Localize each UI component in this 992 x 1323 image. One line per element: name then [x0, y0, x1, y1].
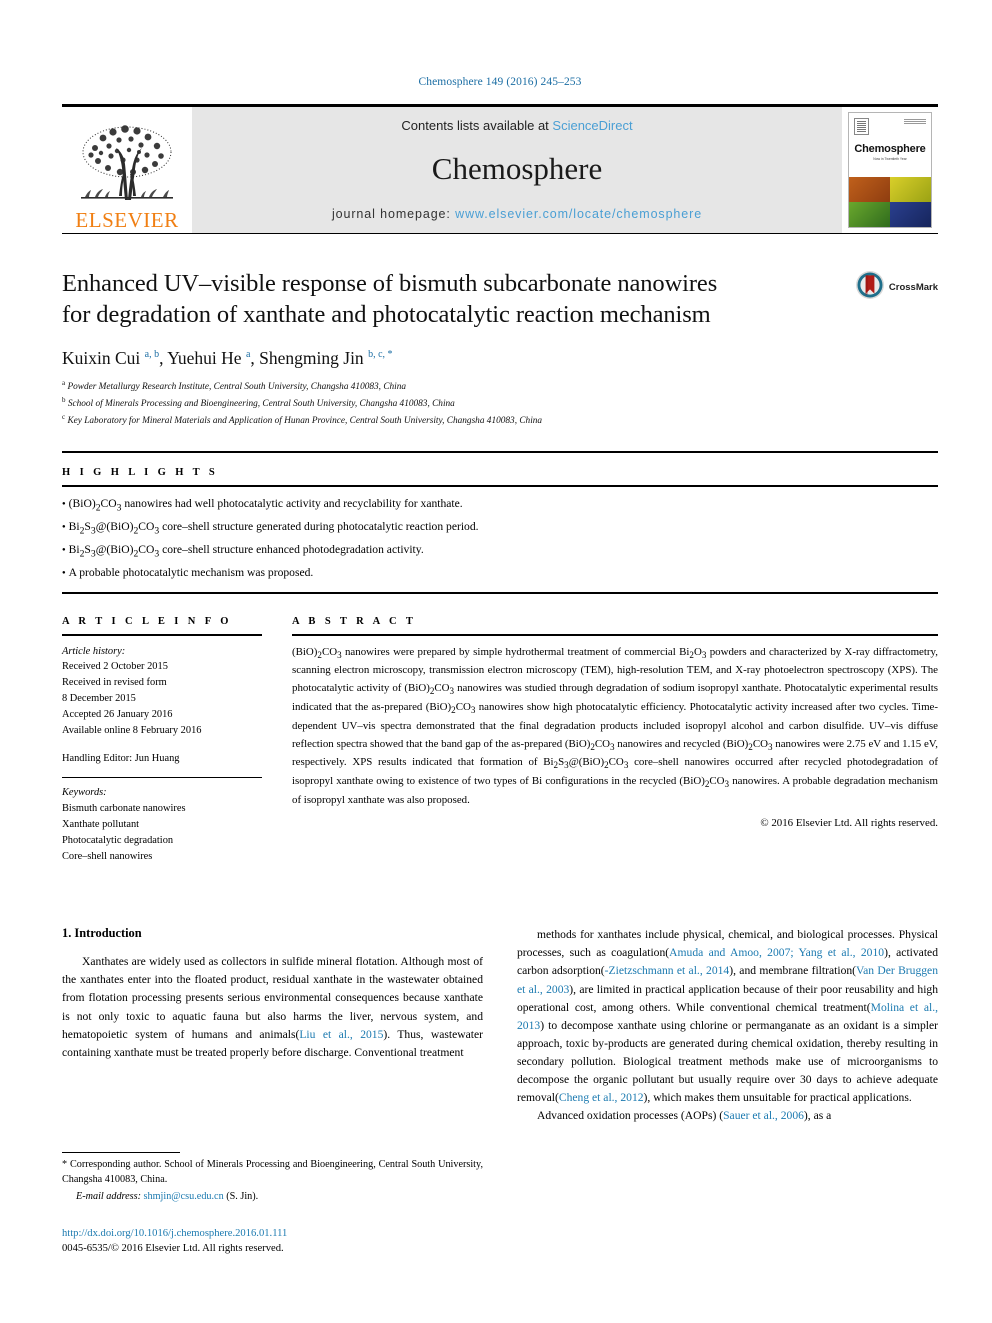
article-history-label: Article history: [62, 645, 126, 657]
affiliation-text-b: School of Minerals Processing and Bioeng… [67, 398, 455, 409]
highlights-top-rule [62, 450, 938, 453]
body-column-left: 1. Introduction Xanthates are widely use… [62, 926, 483, 1125]
body-columns: 1. Introduction Xanthates are widely use… [62, 926, 938, 1125]
handling-editor: Handling Editor: Jun Huang [62, 753, 180, 765]
cover-elsevier-mark [854, 118, 869, 135]
footnote-rule [62, 1152, 180, 1153]
masthead-bottom-rule [62, 233, 938, 234]
intro-paragraph-left: Xanthates are widely used as collectors … [62, 955, 483, 1059]
keyword-item: Core–shell nanowires [62, 850, 153, 862]
affiliation-a: a Powder Metallurgy Research Institute, … [62, 378, 938, 395]
article-title-line-2: for degradation of xanthate and photocat… [62, 301, 711, 329]
running-head: Chemosphere 149 (2016) 245–253 [418, 76, 582, 88]
cover-subtitle: Now in Twentieth Year [873, 157, 907, 161]
email-link[interactable]: shmjin@csu.edu.cn [144, 1191, 224, 1202]
highlight-item: (BiO)2CO3 nanowires had well photocataly… [62, 494, 938, 517]
highlights-section: H I G H L I G H T S (BiO)2CO3 nanowires … [62, 450, 938, 594]
abstract-heading: A B S T R A C T [292, 615, 417, 627]
history-line: Received 2 October 2015 [62, 661, 168, 673]
keywords-label: Keywords: [62, 787, 107, 799]
email-suffix: (S. Jin). [226, 1190, 259, 1202]
crossmark-icon [855, 270, 885, 305]
sciencedirect-banner: Contents lists available at ScienceDirec… [192, 107, 842, 233]
abstract-rule [292, 633, 938, 636]
history-line: Available online 8 February 2016 [62, 724, 202, 736]
elsevier-logo: ELSEVIER [62, 107, 192, 233]
article-info-heading: A R T I C L E I N F O [62, 615, 232, 627]
affiliation-mark-b: b [62, 395, 66, 404]
doi-link[interactable]: http://dx.doi.org/10.1016/j.chemosphere.… [62, 1226, 492, 1241]
contents-prefix: Contents lists available at [401, 118, 553, 133]
issn-copyright-line: 0045-6535/© 2016 Elsevier Ltd. All right… [62, 1243, 284, 1255]
history-line: Received in revised form [62, 677, 167, 689]
cover-title: Chemosphere [854, 143, 926, 155]
affiliation-b: b School of Minerals Processing and Bioe… [62, 395, 938, 412]
affiliations: a Powder Metallurgy Research Institute, … [62, 378, 938, 429]
highlight-item: A probable photocatalytic mechanism was … [62, 563, 938, 583]
footnote-block: * Corresponding author. School of Minera… [62, 1152, 483, 1205]
article-info-section: A R T I C L E I N F O Article history: R… [62, 616, 262, 865]
title-block: CrossMark Enhanced UV–visible response o… [62, 268, 938, 429]
intro-paragraph-right-1: methods for xanthates include physical, … [517, 928, 939, 1105]
body-column-right: methods for xanthates include physical, … [517, 926, 938, 1125]
doi-footer: http://dx.doi.org/10.1016/j.chemosphere.… [62, 1226, 492, 1257]
cover-photo-grid [849, 176, 931, 227]
abstract-text: (BiO)2CO3 nanowires were prepared by sim… [292, 645, 939, 807]
highlights-bottom-rule [62, 591, 938, 594]
homepage-prefix: journal homepage: [331, 207, 456, 221]
history-line: 8 December 2015 [62, 693, 136, 704]
crossmark-label: CrossMark [888, 282, 938, 293]
affiliation-mark-c: c [62, 412, 66, 421]
journal-masthead: ELSEVIER Contents lists available at Sci… [62, 107, 938, 233]
history-line: Accepted 26 January 2016 [62, 708, 173, 720]
article-info-rule [62, 633, 262, 636]
abstract-section: A B S T R A C T (BiO)2CO3 nanowires were… [292, 616, 938, 865]
keyword-item: Photocatalytic degradation [62, 834, 174, 846]
intro-paragraph-right-2: Advanced oxidation processes (AOPs) (Sau… [537, 1109, 832, 1123]
corresponding-author-note: * Corresponding author. School of Minera… [62, 1159, 483, 1185]
journal-cover-thumbnail[interactable]: Chemosphere Now in Twentieth Year [842, 107, 938, 233]
journal-article-page: Chemosphere 149 (2016) 245–253 ELSEVIER … [0, 0, 992, 1323]
keyword-item: Bismuth carbonate nanowires [62, 803, 186, 815]
elsevier-tree-icon [75, 122, 179, 209]
highlights-heading: H I G H L I G H T S [62, 466, 219, 478]
abstract-copyright: © 2016 Elsevier Ltd. All rights reserved… [760, 816, 938, 829]
contents-line: Contents lists available at ScienceDirec… [192, 118, 842, 133]
article-history: Article history: Received 2 October 2015… [62, 644, 262, 768]
crossmark-badge[interactable]: CrossMark [855, 270, 938, 305]
elsevier-wordmark: ELSEVIER [75, 208, 179, 232]
keyword-item: Xanthate pollutant [62, 818, 140, 830]
keywords-block: Keywords: Bismuth carbonate nanowires Xa… [62, 785, 262, 864]
keywords-rule [62, 777, 262, 779]
affiliation-text-a: Powder Metallurgy Research Institute, Ce… [67, 381, 407, 392]
highlights-list: (BiO)2CO3 nanowires had well photocataly… [62, 487, 938, 592]
email-label: E-mail address: [76, 1190, 141, 1202]
author-list: Kuixin Cui a, b, Yuehui He a, Shengming … [62, 347, 393, 368]
cover-issn-mark [904, 119, 926, 124]
info-abstract-row: A R T I C L E I N F O Article history: R… [62, 616, 938, 865]
affiliation-c: c Key Laboratory for Mineral Materials a… [62, 412, 938, 429]
page-title: Enhanced UV–visible response of bismuth … [62, 268, 822, 331]
journal-homepage-line: journal homepage: www.elsevier.com/locat… [192, 207, 842, 221]
email-note: E-mail address: shmjin@csu.edu.cn (S. Ji… [62, 1190, 483, 1205]
journal-homepage-link[interactable]: www.elsevier.com/locate/chemosphere [455, 207, 702, 221]
article-title-line-1: Enhanced UV–visible response of bismuth … [62, 270, 718, 297]
journal-title: Chemosphere [431, 150, 603, 186]
highlight-item: Bi2S3@(BiO)2CO3 core–shell structure enh… [62, 540, 938, 563]
section-heading-introduction: 1. Introduction [62, 926, 142, 941]
affiliation-mark-a: a [62, 378, 66, 387]
affiliation-text-c: Key Laboratory for Mineral Materials and… [67, 415, 543, 426]
highlight-item: Bi2S3@(BiO)2CO3 core–shell structure gen… [62, 517, 938, 540]
sciencedirect-link[interactable]: ScienceDirect [552, 118, 632, 133]
